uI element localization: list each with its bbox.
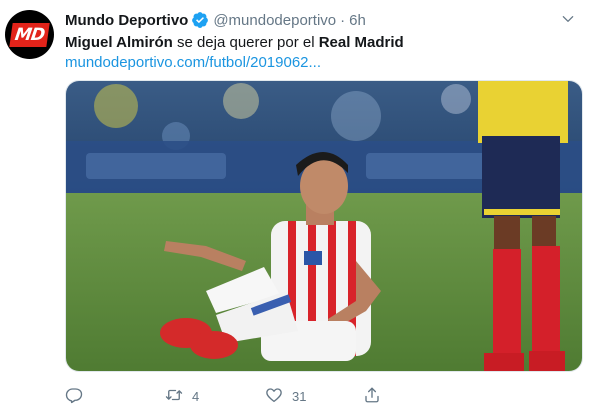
photo-soccer-player-sitting: [66, 81, 582, 371]
author-handle[interactable]: @mundodeportivo: [213, 12, 336, 29]
tweet-text: Miguel Almirón se deja querer por el Rea…: [65, 33, 404, 53]
like-button[interactable]: 31: [265, 386, 306, 407]
heart-icon: [265, 386, 283, 407]
tweet-actions: 4 31: [65, 383, 395, 409]
share-icon: [363, 386, 381, 407]
reply-button[interactable]: [65, 386, 92, 407]
retweet-icon: [165, 386, 183, 407]
separator: ·: [340, 11, 346, 29]
tweet-text-bold-1: Miguel Almirón: [65, 34, 173, 51]
retweet-button[interactable]: 4: [165, 386, 199, 407]
verified-badge-icon: [191, 11, 209, 29]
reply-icon: [65, 386, 83, 407]
tweet-text-middle: se deja querer por el: [172, 34, 319, 51]
tweet-text-bold-2: Real Madrid: [318, 34, 404, 51]
retweet-count: 4: [192, 388, 200, 404]
avatar-logo: MD: [9, 22, 50, 47]
author-name[interactable]: Mundo Deportivo: [65, 12, 188, 29]
tweet-card[interactable]: MD Mundo Deportivo @mundodeportivo · 6h …: [0, 0, 591, 419]
tweet-header: Mundo Deportivo @mundodeportivo · 6h: [65, 10, 581, 30]
like-count: 31: [292, 388, 307, 404]
tweet-photo[interactable]: [65, 80, 583, 372]
avatar[interactable]: MD: [5, 10, 54, 59]
tweet-link[interactable]: mundodeportivo.com/futbol/2019062...: [65, 53, 321, 73]
share-button[interactable]: [363, 386, 381, 407]
timestamp[interactable]: 6h: [349, 12, 366, 29]
chevron-down-icon[interactable]: [559, 10, 577, 28]
